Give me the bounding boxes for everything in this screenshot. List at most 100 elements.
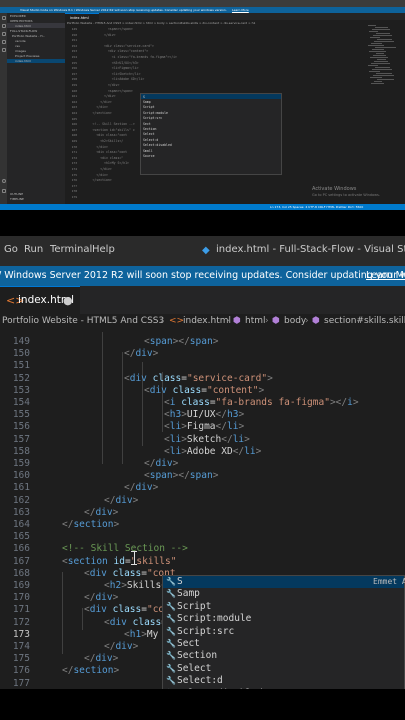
indent-guide (82, 608, 83, 630)
mini-minimap[interactable] (368, 25, 398, 85)
code-punctuation: </ (124, 482, 136, 494)
code-punctuation: > (113, 519, 120, 530)
mini-suggestion-item[interactable]: Script:module (143, 111, 168, 115)
mini-minimap-line (368, 25, 376, 26)
suggestion-item[interactable]: 🔧 Script:module (163, 613, 404, 625)
code-token: div (89, 567, 107, 579)
suggestion-item[interactable]: 🔧 Samp (163, 588, 404, 600)
mini-tree-item[interactable]: css (15, 44, 20, 48)
menu-help[interactable]: Help (92, 244, 115, 255)
learn-more-link[interactable]: Learn More (366, 270, 405, 281)
indent-guide (62, 572, 63, 654)
code-punctuation: > (255, 445, 262, 457)
mini-code-line: <h1>My S</h1> (81, 161, 129, 166)
window-title: index.html - Full-Stack-Flow - Visual St… (216, 244, 405, 255)
menu-run[interactable]: Run (24, 244, 43, 255)
mini-minimap-line (371, 43, 382, 44)
mini-suggestion-item[interactable]: Small (143, 149, 153, 153)
mini-code-line: </div> (81, 105, 108, 110)
suggestion-item[interactable]: 🔧 Select:d (163, 675, 404, 687)
code-token: span (189, 336, 213, 347)
mini-search-icon[interactable] (1, 24, 6, 28)
mini-outline[interactable]: OUTLINE (10, 192, 23, 196)
code-token: h3 (226, 409, 239, 421)
code-punctuation: </ (221, 433, 233, 445)
suggestion-label: Select:d (177, 675, 223, 687)
mini-open-file[interactable]: index.html (15, 24, 31, 28)
code-line: </div> (104, 641, 138, 653)
code-token: Figma (186, 421, 216, 433)
mini-gear-icon[interactable] (1, 189, 6, 193)
mini-tree-item[interactable]: vscode (15, 39, 26, 43)
mini-suggestion-item[interactable]: Select (143, 132, 155, 136)
mini-tab[interactable]: index.html (65, 13, 99, 20)
mini-code-line: <h3>UI/UX</h3> (81, 60, 139, 65)
code-line: <section id="skills" (62, 556, 176, 568)
code-token: div (95, 592, 113, 604)
mini-suggestion-item[interactable]: Samp (143, 100, 151, 104)
code-token: li (226, 421, 239, 433)
suggestion-item[interactable]: 🔧 Script (163, 601, 404, 613)
mini-extensions-icon[interactable] (1, 48, 6, 52)
suggestion-item[interactable]: 🔧 Sect (163, 638, 404, 650)
breadcrumb-folder[interactable]: Portfolio Website - HTML5 And CSS3 (2, 316, 164, 326)
mini-suggestion-item[interactable]: Script:src (143, 116, 162, 120)
code-token: Adobe XD (186, 445, 233, 457)
mini-tree-item[interactable]: index.html (15, 59, 31, 63)
suggestion-item[interactable]: 🔧 Section (163, 650, 404, 662)
mini-suggestion-item[interactable]: Sect (143, 122, 151, 126)
suggestion-detail: Emmet Abbreviation (373, 577, 405, 586)
mini-tree-item[interactable]: Portfolio Website - H... (12, 34, 45, 38)
menu-go[interactable]: Go (4, 244, 18, 255)
code-line: <span></span> (144, 336, 218, 348)
suggestion-item[interactable]: 🔧 Select (163, 663, 404, 675)
mini-folder[interactable]: FULL-STACK-FLOW (10, 29, 37, 33)
mini-suggestion-item[interactable]: Source (143, 154, 155, 158)
code-punctuation: > (112, 653, 119, 665)
breadcrumb-file[interactable]: index.html (183, 316, 231, 326)
code-token: span (149, 336, 173, 347)
tab-index-html[interactable]: <> index.html ● (0, 286, 80, 314)
mini-suggestion-item[interactable]: Script (143, 105, 155, 109)
menu-terminal[interactable]: Terminal (50, 244, 92, 255)
mini-suggest-highlight (141, 94, 281, 99)
line-number: 152 (12, 372, 30, 384)
unsaved-dot-icon[interactable]: ● (63, 294, 73, 307)
breadcrumb-html[interactable]: html (245, 316, 266, 326)
mini-suggestion-item[interactable]: S (143, 95, 145, 99)
breadcrumb-section[interactable]: section#skills.skills (324, 316, 405, 326)
line-number: 163 (12, 506, 30, 518)
mini-code-line: <div class=" (81, 155, 124, 160)
update-warning-banner: / Windows Server 2012 R2 will soon stop … (0, 266, 405, 286)
line-number: 157 (12, 433, 30, 445)
mini-tree-item[interactable]: Project Previews (15, 54, 39, 58)
mini-files-icon[interactable] (1, 16, 6, 20)
code-line: </div> (124, 482, 158, 494)
suggestion-item[interactable]: 🔧 Script:src (163, 626, 404, 638)
update-warning-text: / Windows Server 2012 R2 will soon stop … (0, 270, 405, 281)
line-number: 173 (12, 628, 30, 640)
mini-scm-icon[interactable] (1, 32, 6, 36)
mini-minimap-line (370, 77, 382, 78)
mini-suggestion-item[interactable]: Select:disabled (143, 143, 172, 147)
suggestion-item[interactable]: 🔧Select:disabled (163, 688, 404, 689)
code-line: </div> (104, 495, 138, 507)
mini-line-number: 159 (71, 83, 77, 87)
mini-debug-icon[interactable] (1, 40, 6, 44)
code-token: h1 (129, 628, 142, 640)
breadcrumb-body[interactable]: body (284, 316, 306, 326)
mini-code-line: </div> (81, 32, 116, 37)
mini-suggestion-item[interactable]: Section (143, 127, 156, 131)
mini-account-icon[interactable] (1, 179, 6, 183)
line-number: 164 (12, 519, 30, 530)
line-number: 159 (12, 458, 30, 469)
html-file-icon: <> (169, 316, 185, 326)
mini-suggestion-item[interactable]: Select:d (143, 138, 158, 142)
mini-timeline[interactable]: TIMELINE (10, 197, 24, 201)
mini-line-number: 155 (71, 60, 77, 65)
mini-learn-more-link[interactable]: Learn More (232, 8, 249, 12)
mini-tree-item[interactable]: images (15, 49, 26, 53)
suggestion-item[interactable]: 🔧S Emmet Abbreviation (163, 576, 405, 589)
code-token: class (152, 372, 182, 384)
code-line: <i class="fa-brands fa-figma"></i> (164, 397, 359, 409)
